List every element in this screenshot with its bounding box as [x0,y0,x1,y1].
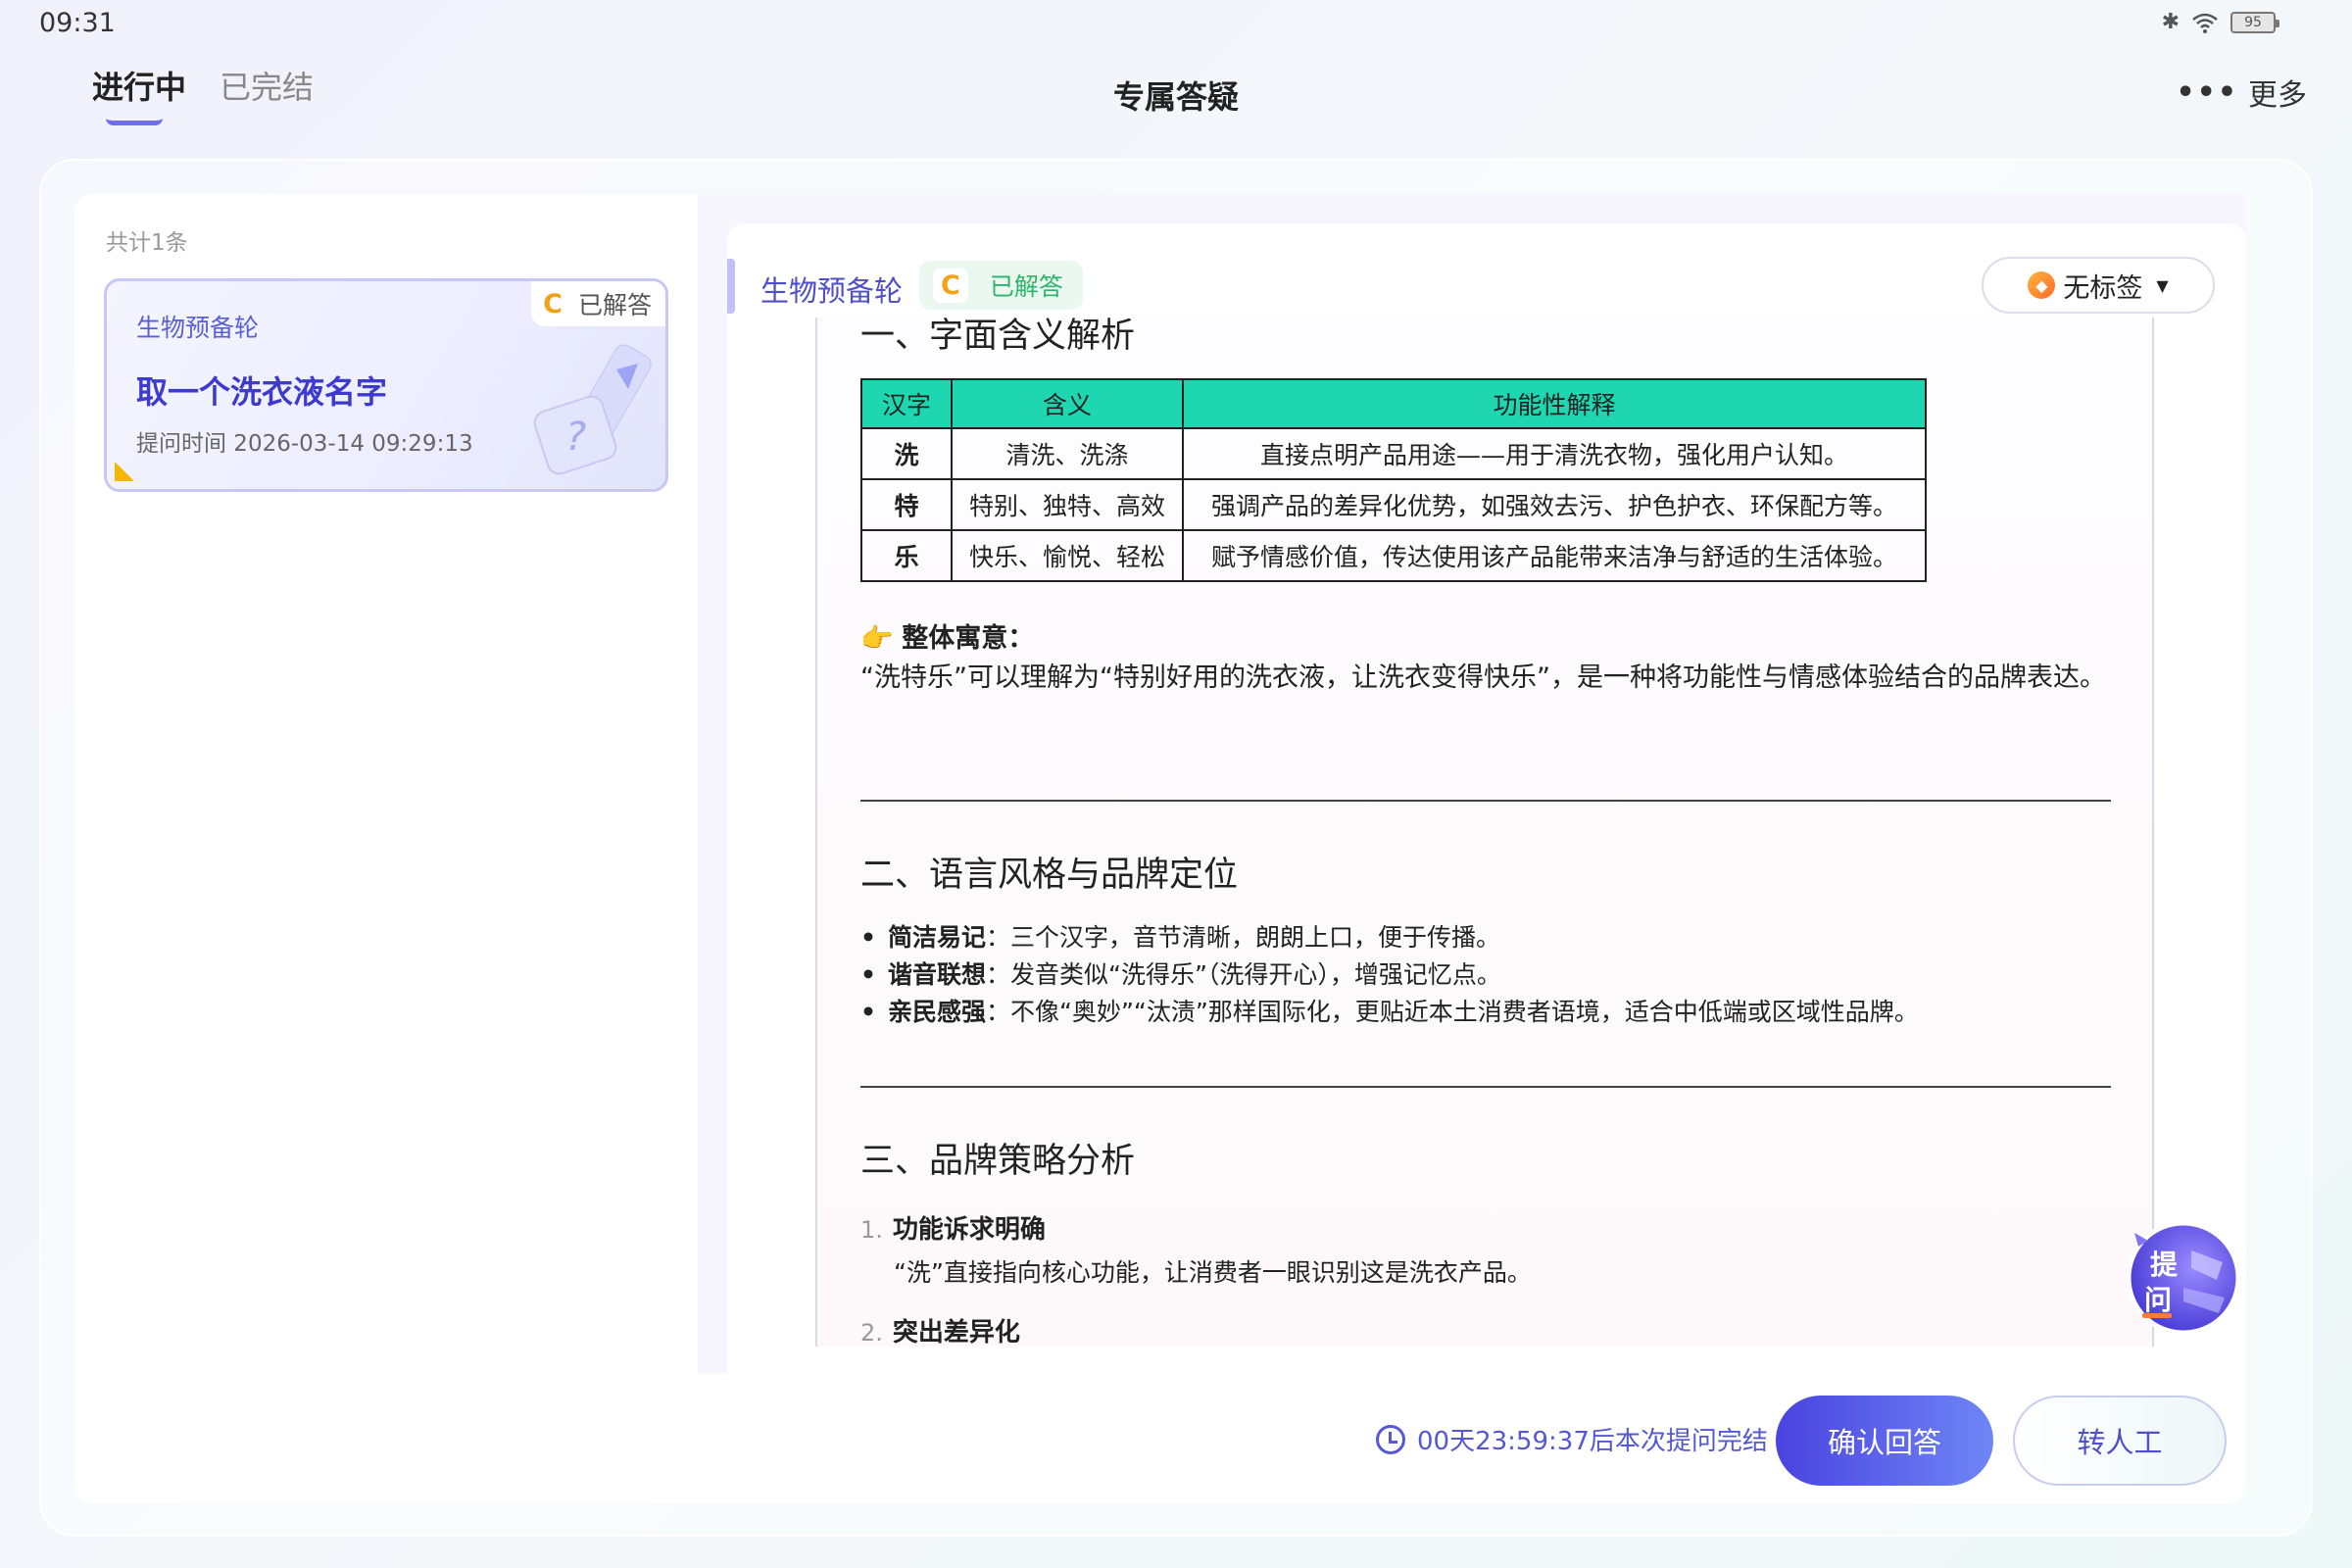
section-heading: 二、语言风格与品牌定位 [860,856,1239,895]
question-status: 已解答 [577,291,652,319]
overall-meaning: 👉 整体寓意： “洗特乐”可以理解为“特别好用的洗衣液，让洗衣变得快乐”，是一种… [860,623,2106,693]
table-header-cell: 功能性解释 [1182,378,1927,429]
caret-down-icon: ▼ [2156,275,2169,295]
list-item: 2. 突出差异化 [860,1318,1020,1347]
wifi-icon [2192,13,2218,33]
more-dots-icon: ••• [2176,74,2238,110]
question-count: 共计1条 [106,230,188,256]
c-grade-icon: C [543,288,563,319]
list-item: 1. 功能诉求明确 “洗”直接指向核心功能，让消费者一眼识别这是洗衣产品。 [860,1215,1532,1287]
transfer-human-button[interactable]: 转人工 [2013,1396,2227,1486]
fab-label-top: 提 [2150,1249,2179,1281]
answer-content[interactable]: 一、字面含义解析 汉字 含义 功能性解释 洗 清洗、洗涤 直接点明产品用途——用… [815,318,2154,1347]
tag-icon: ◆ [2028,271,2056,299]
question-status-badge: C 已解答 [531,281,665,326]
table-row: 乐 快乐、愉悦、轻松 赋予情感价值，传达使用该产品能带来洁净与舒适的生活体验。 [860,529,1927,582]
detail-status-badge: C 已解答 [919,261,1083,310]
strategy-list: 1. 功能诉求明确 “洗”直接指向核心功能，让消费者一眼识别这是洗衣产品。 2. 突… [860,1209,1532,1347]
section-heading: 三、品牌策略分析 [860,1142,1136,1181]
tag-dropdown[interactable]: ◆ 无标签 ▼ [1982,257,2215,314]
question-category: 生物预备轮 [136,314,260,342]
table-cell: 赋予情感价值，传达使用该产品能带来洁净与舒适的生活体验。 [1182,529,1927,582]
table-cell: 直接点明产品用途——用于清洗衣物，强化用户认知。 [1182,427,1927,480]
table-cell: 清洗、洗涤 [951,427,1184,480]
bluetooth-icon: ✱ [2161,10,2180,34]
divider [860,1086,2111,1088]
more-label: 更多 [2248,78,2307,113]
c-grade-icon: C [933,268,968,303]
style-points: 简洁易记：三个汉字，音节清晰，朗朗上口，便于传播。 谐音联想：发音类似“洗得乐”… [860,919,1919,1031]
tag-label: 无标签 [2063,272,2143,304]
list-item: 亲民感强：不像“奥妙”“汰渍”那样国际化，更贴近本土消费者语境，适合中低端或区域… [860,994,1919,1031]
overall-text: “洗特乐”可以理解为“特别好用的洗衣液，让洗衣变得快乐”，是一种将功能性与情感体… [860,662,2106,693]
question-title: 取一个洗衣液名字 [136,373,388,411]
pointing-hand-icon: 👉 [860,623,894,654]
battery-icon: 95 [2230,11,2279,33]
ask-question-fab[interactable]: 提 问 [2115,1211,2242,1339]
table-row: 特 特别、独特、高效 强调产品的差异化优势，如强效去污、护色护衣、环保配方等。 [860,478,1927,531]
svg-text:?: ? [565,415,586,460]
clock-icon [1376,1424,1405,1454]
table-cell: 强调产品的差异化优势，如强效去污、护色护衣、环保配方等。 [1182,478,1927,531]
question-card[interactable]: C 已解答 生物预备轮 取一个洗衣液名字 提问时间 2026-03-14 09:… [104,278,668,492]
table-header-cell: 汉字 [860,378,953,429]
status-icons: ✱ 95 [2161,10,2279,34]
list-item: 谐音联想：发音类似“洗得乐”（洗得开心），增强记忆点。 [860,956,1919,994]
status-time: 09:31 [39,8,116,38]
question-list-panel: 共计1条 C 已解答 生物预备轮 取一个洗衣液名字 提问时间 2026-03-1… [74,194,698,1503]
table-header-row: 汉字 含义 功能性解释 [860,378,1927,429]
table-cell: 洗 [860,427,953,480]
list-item: 简洁易记：三个汉字，音节清晰，朗朗上口，便于传播。 [860,919,1919,956]
question-illustration-icon: ? [533,344,652,475]
corner-marker [115,462,134,481]
divider [860,800,2111,802]
meaning-table: 汉字 含义 功能性解释 洗 清洗、洗涤 直接点明产品用途——用于清洗衣物，强化用… [860,378,1927,582]
countdown: 00天23:59:37后本次提问完结 [1376,1421,1768,1457]
confirm-answer-button[interactable]: 确认回答 [1776,1396,1993,1486]
table-cell: 乐 [860,529,953,582]
question-time: 提问时间 2026-03-14 09:29:13 [136,431,473,457]
detail-status: 已解答 [989,272,1063,301]
overall-label: 整体寓意 [902,623,1008,654]
more-button[interactable]: ••• 更多 [2176,71,2307,114]
table-row: 洗 清洗、洗涤 直接点明产品用途——用于清洗衣物，强化用户认知。 [860,427,1927,480]
countdown-text: 00天23:59:37后本次提问完结 [1417,1427,1768,1456]
table-cell: 快乐、愉悦、轻松 [951,529,1184,582]
fab-label-bottom: 问 [2144,1284,2172,1316]
table-cell: 特别、独特、高效 [951,478,1184,531]
page-title: 专属答疑 [1112,78,1239,116]
detail-category: 生物预备轮 [760,274,904,308]
accent-stripe [727,259,735,314]
table-cell: 特 [860,478,953,531]
table-header-cell: 含义 [951,378,1184,429]
